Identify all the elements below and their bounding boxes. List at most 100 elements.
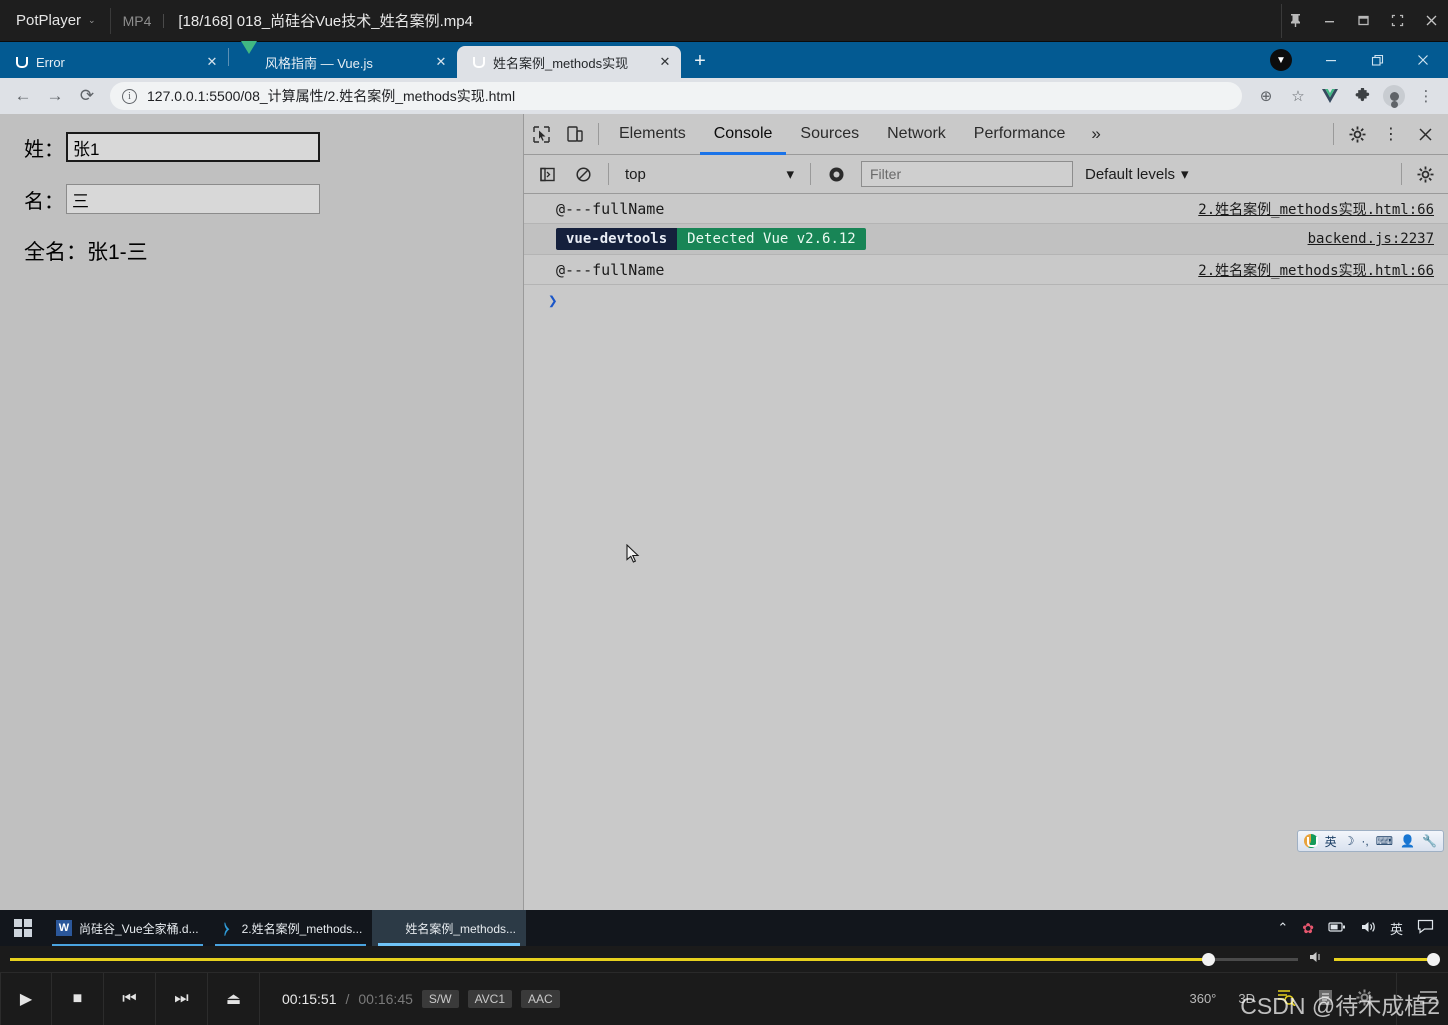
bookmark-star-icon[interactable]: ☆	[1284, 82, 1312, 110]
close-icon[interactable]	[1400, 42, 1446, 78]
clear-console-icon[interactable]	[566, 154, 600, 195]
chevron-up-icon[interactable]: ⌃	[1277, 920, 1288, 936]
restore-icon[interactable]	[1354, 42, 1400, 78]
battery-icon[interactable]	[1328, 921, 1346, 936]
minimize-icon[interactable]	[1312, 0, 1346, 42]
givenname-input[interactable]	[66, 184, 320, 214]
tab-close-icon[interactable]: ✕	[204, 54, 220, 70]
browser-tab-vue-style-guide[interactable]: 风格指南 — Vue.js ✕	[229, 41, 457, 78]
device-toolbar-icon[interactable]	[558, 114, 592, 155]
console-log-row[interactable]: @---fullName 2.姓名案例_methods实现.html:66	[524, 194, 1448, 224]
execution-context-select[interactable]: top ▾	[617, 162, 802, 186]
play-button[interactable]: ▶	[0, 972, 52, 1025]
pin-icon[interactable]	[1278, 0, 1312, 42]
tab-sources[interactable]: Sources	[786, 114, 873, 155]
playlist-icon[interactable]	[1318, 989, 1333, 1009]
divider	[1281, 4, 1282, 38]
console-log-row[interactable]: @---fullName 2.姓名案例_methods实现.html:66	[524, 255, 1448, 285]
tab-close-icon[interactable]: ✕	[433, 54, 449, 70]
site-info-icon[interactable]: i	[122, 88, 137, 104]
taskbar-item-label: 姓名案例_methods...	[405, 921, 517, 936]
console-output[interactable]: @---fullName 2.姓名案例_methods实现.html:66 vu…	[524, 194, 1448, 910]
close-icon[interactable]	[1414, 0, 1448, 42]
devtools-menu-icon[interactable]: ⋮	[1374, 114, 1408, 155]
punctuation-icon[interactable]: ·,	[1361, 834, 1368, 848]
potplayer-brand-menu[interactable]: PotPlayer ⌄	[0, 12, 110, 29]
seek-bar[interactable]	[10, 952, 1298, 966]
speaker-icon[interactable]	[1308, 950, 1326, 969]
potplayer-controls: ▶ ■ ⏮ ⏭ ⏏ 00:15:51 / 00:16:45 S/W AVC1 A…	[0, 946, 1448, 1025]
taskbar-item-word[interactable]: W 尚硅谷_Vue全家桶.d...	[46, 910, 209, 946]
console-sidebar-toggle-icon[interactable]	[530, 154, 564, 195]
taskbar-item-vscode[interactable]: ⧽ 2.姓名案例_methods...	[209, 910, 373, 946]
tab-elements[interactable]: Elements	[605, 114, 700, 155]
zoom-icon[interactable]: ⊕	[1252, 82, 1280, 110]
forward-button[interactable]: →	[40, 81, 70, 111]
address-bar[interactable]: i 127.0.0.1:5500/08_计算属性/2.姓名案例_methods实…	[110, 82, 1242, 110]
tab-performance[interactable]: Performance	[960, 114, 1080, 155]
minimize-icon[interactable]	[1308, 42, 1354, 78]
vue-devtools-extension-icon[interactable]	[1316, 82, 1344, 110]
console-settings-gear-icon[interactable]	[1408, 154, 1442, 195]
chrome-menu-icon[interactable]: ⋮	[1412, 82, 1440, 110]
ime-language-indicator[interactable]: 英	[1390, 919, 1403, 938]
inspect-element-icon[interactable]	[524, 114, 558, 155]
ime-toolbar[interactable]: 英 ☽ ·, ⌨ 👤 🔧	[1296, 830, 1444, 852]
chevron-down-icon: ⌄	[88, 15, 96, 25]
start-button[interactable]	[0, 910, 46, 946]
tab-console[interactable]: Console	[700, 114, 787, 155]
log-source-link[interactable]: 2.姓名案例_methods实现.html:66	[1198, 260, 1434, 280]
log-source-link[interactable]: backend.js:2237	[1308, 231, 1434, 247]
volume-icon[interactable]	[1360, 920, 1376, 937]
avatar[interactable]	[1380, 82, 1408, 110]
tab-title: 姓名案例_methods实现	[493, 55, 629, 71]
wrench-icon[interactable]: 🔧	[1422, 834, 1437, 848]
seek-handle[interactable]	[1201, 952, 1215, 966]
menu-icon[interactable]	[1419, 990, 1438, 1008]
vr360-button[interactable]: 360°	[1189, 991, 1216, 1006]
media-filename: [18/168] 018_尚硅谷Vue技术_姓名案例.mp4	[178, 13, 473, 30]
live-expression-eye-icon[interactable]	[819, 154, 853, 195]
tab-close-icon[interactable]: ✕	[657, 54, 673, 70]
log-source-link[interactable]: 2.姓名案例_methods实现.html:66	[1198, 199, 1434, 219]
download-badge-icon[interactable]: ▼	[1270, 49, 1292, 71]
browser-tab-error[interactable]: Error ✕	[0, 46, 228, 78]
console-prompt[interactable]: ❯	[524, 285, 1448, 316]
taskbar-item-chrome[interactable]: 姓名案例_methods...	[372, 910, 527, 978]
user-icon[interactable]: 👤	[1400, 834, 1415, 848]
fullscreen-icon[interactable]	[1380, 0, 1414, 42]
gear-icon[interactable]	[1355, 988, 1374, 1010]
divider	[608, 163, 609, 185]
volume-bar[interactable]	[1334, 952, 1440, 966]
reload-button[interactable]: ⟳	[72, 81, 102, 111]
flower-icon[interactable]: ✿	[1302, 920, 1314, 937]
eject-button[interactable]: ⏏	[208, 972, 260, 1025]
tab-network[interactable]: Network	[873, 114, 960, 155]
u-favicon-icon	[469, 54, 485, 70]
moon-icon[interactable]: ☽	[1344, 834, 1355, 848]
ime-language-label[interactable]: 英	[1325, 833, 1337, 850]
volume-handle[interactable]	[1427, 952, 1440, 966]
surname-input[interactable]	[66, 132, 320, 162]
more-tabs-icon[interactable]: »	[1079, 124, 1112, 144]
search-playlist-icon[interactable]	[1277, 989, 1296, 1009]
log-levels-select[interactable]: Default levels ▾	[1075, 165, 1199, 184]
new-tab-button[interactable]: +	[686, 47, 714, 75]
next-button[interactable]: ⏭	[156, 972, 208, 1025]
extensions-puzzle-icon[interactable]	[1348, 82, 1376, 110]
keyboard-icon[interactable]: ⌨	[1376, 834, 1393, 848]
video3d-button[interactable]: 3D	[1238, 991, 1255, 1006]
maximize-icon[interactable]	[1346, 0, 1380, 42]
gear-icon[interactable]	[1340, 114, 1374, 155]
stop-button[interactable]: ■	[52, 972, 104, 1025]
console-log-row[interactable]: vue-devtools Detected Vue v2.6.12 backen…	[524, 224, 1448, 255]
codec-badge-audio: AAC	[521, 989, 560, 1008]
notifications-icon[interactable]	[1417, 919, 1434, 937]
console-filter-input[interactable]: Filter	[861, 161, 1073, 187]
browser-tab-active[interactable]: 姓名案例_methods实现 ✕	[457, 46, 681, 78]
previous-button[interactable]: ⏮	[104, 972, 156, 1025]
back-button[interactable]: ←	[8, 81, 38, 111]
log-message: @---fullName	[556, 260, 665, 279]
divider	[598, 123, 599, 145]
close-devtools-icon[interactable]	[1408, 114, 1442, 155]
